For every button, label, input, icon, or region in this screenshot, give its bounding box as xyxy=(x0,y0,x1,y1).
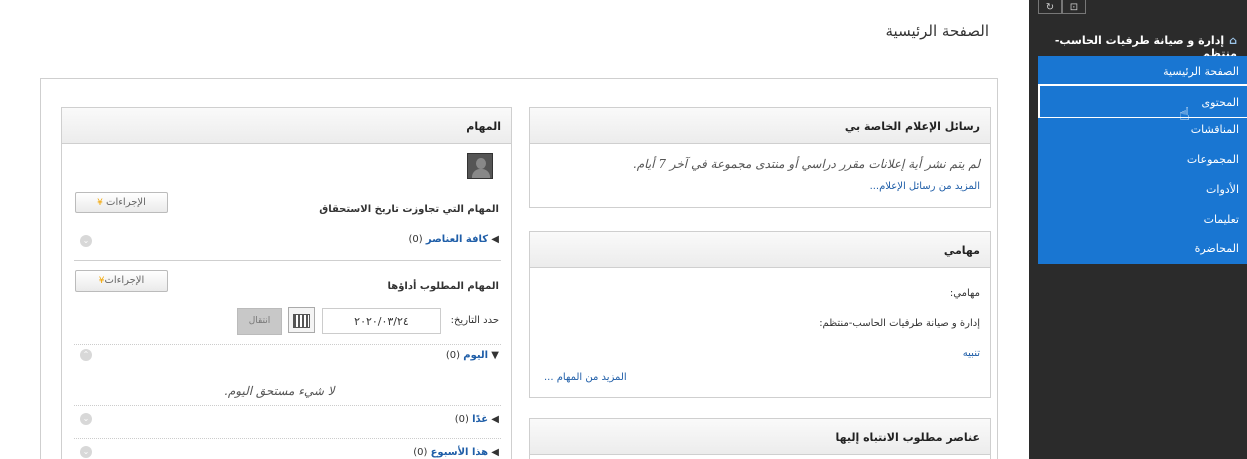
avatar xyxy=(467,153,493,179)
week-row[interactable]: ◀ هذا الأسبوع (0) xyxy=(413,447,499,458)
week-collapse-icon[interactable]: ⌄ xyxy=(80,446,92,458)
overdue-actions-button[interactable]: الإجراءات ¥ xyxy=(75,192,168,213)
menu-item-home[interactable]: الصفحة الرئيسية xyxy=(1163,65,1247,78)
tomorrow-row[interactable]: ◀ غدًا (0) xyxy=(455,414,499,425)
today-empty-text: لا شيء مستحق اليوم. xyxy=(224,384,335,398)
chevron-down-icon: ¥ xyxy=(97,198,103,208)
menu-item-lecture[interactable]: المحاضرة xyxy=(1195,242,1247,255)
announcements-empty-text: لم يتم نشر أية إعلانات مقرر دراسي أو منت… xyxy=(632,157,980,171)
week-label[interactable]: هذا الأسبوع xyxy=(431,447,489,458)
calendar-icon[interactable] xyxy=(288,307,315,333)
all-items-label[interactable]: كافة العناصر xyxy=(426,234,488,245)
my-tasks-label: مهامي: xyxy=(949,288,980,299)
announcements-more-link[interactable]: المزيد من رسائل الإعلام... xyxy=(870,181,980,192)
collapse-arrow-icon: ▼ xyxy=(491,350,499,361)
tomorrow-label[interactable]: غدًا xyxy=(472,414,488,425)
menu-item-help[interactable]: تعليمات xyxy=(1204,213,1247,226)
week-count: (0) xyxy=(413,447,428,458)
refresh-icon[interactable]: ↻ xyxy=(1038,0,1062,14)
divider xyxy=(74,438,501,439)
menu-item-groups[interactable]: المجموعات xyxy=(1187,153,1247,166)
section-divider xyxy=(74,260,501,261)
due-actions-button[interactable]: الإجراءات¥ xyxy=(75,270,168,292)
course-title[interactable]: ⌂إدارة و صيانة طرفيات الحاسب-منتظم xyxy=(1038,34,1247,60)
menu-item-discussions[interactable]: المناقشات xyxy=(1191,123,1247,136)
page-title: الصفحة الرئيسية xyxy=(885,22,990,40)
divider xyxy=(74,344,501,345)
expand-arrow-icon: ◀ xyxy=(491,447,499,458)
today-collapse-icon[interactable]: ⌃ xyxy=(80,349,92,361)
tasks-header: المهام xyxy=(62,108,511,144)
tomorrow-count: (0) xyxy=(454,414,469,425)
today-label[interactable]: اليوم xyxy=(463,350,488,361)
due-tasks-title: المهام المطلوب أداؤها xyxy=(387,281,499,292)
today-row[interactable]: ▼ اليوم (0) xyxy=(446,350,499,361)
attention-module: عناصر مطلوب الانتباه إليها xyxy=(529,418,991,459)
actions-label: الإجراءات xyxy=(106,197,146,208)
overdue-title: المهام التي تجاوزت تاريخ الاستحقاق xyxy=(319,204,499,215)
announcements-module: رسائل الإعلام الخاصة بي لم يتم نشر أية إ… xyxy=(529,107,991,208)
menu-item-tools[interactable]: الأدوات xyxy=(1206,183,1247,196)
menu-item-content[interactable]: المحتوى xyxy=(1038,84,1247,118)
announcements-header: رسائل الإعلام الخاصة بي xyxy=(530,108,990,144)
today-count: (0) xyxy=(445,350,461,361)
hand-cursor-icon: ☝ xyxy=(1179,104,1190,125)
expand-arrow-icon: ◀ xyxy=(491,234,499,245)
due-date-input[interactable]: ٢٠٢٠/٠٣/٢٤ xyxy=(322,308,441,334)
my-tasks-notice-link[interactable]: تنبيه xyxy=(963,348,980,359)
expand-arrow-icon: ◀ xyxy=(491,414,499,425)
all-items-collapse-icon[interactable]: ⌄ xyxy=(80,235,92,247)
my-tasks-module: مهامي مهامي: إدارة و صيانة طرفيات الحاسب… xyxy=(529,231,991,398)
my-tasks-header: مهامي xyxy=(530,232,990,268)
window-icon[interactable]: ⊡ xyxy=(1062,0,1086,14)
course-menu: الصفحة الرئيسية المحتوى المناقشات المجمو… xyxy=(1038,56,1247,264)
due-date-label: حدد التاريخ: xyxy=(450,315,499,326)
tasks-module: المهام المهام التي تجاوزت تاريخ الاستحقا… xyxy=(61,107,512,459)
home-icon: ⌂ xyxy=(1229,34,1237,47)
go-button[interactable]: انتقال xyxy=(237,308,282,335)
sidebar-top-icons: ↻ ⊡ xyxy=(1038,0,1086,14)
tomorrow-collapse-icon[interactable]: ⌄ xyxy=(80,413,92,425)
my-tasks-more-link[interactable]: المزيد من المهام ... xyxy=(544,372,627,383)
all-items-count: (0) xyxy=(408,234,423,245)
my-tasks-course: إدارة و صيانة طرفيات الحاسب-منتظم: xyxy=(819,318,980,329)
divider xyxy=(74,405,501,406)
all-items-row[interactable]: ◀ كافة العناصر (0) xyxy=(409,234,499,245)
actions-label: الإجراءات xyxy=(104,275,145,286)
attention-header: عناصر مطلوب الانتباه إليها xyxy=(530,419,990,455)
